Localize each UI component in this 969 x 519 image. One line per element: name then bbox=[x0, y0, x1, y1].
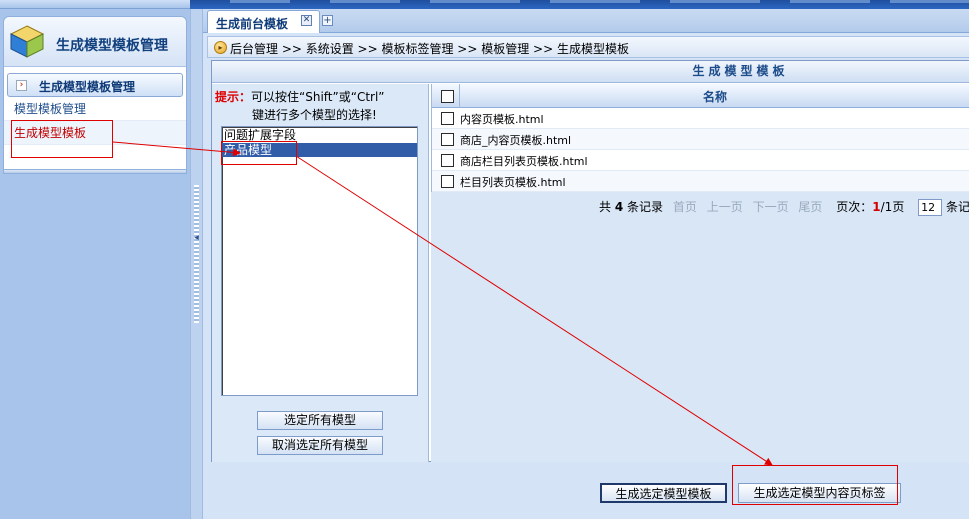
nav-ghost bbox=[330, 0, 400, 3]
sidebar-footer bbox=[3, 170, 187, 174]
select-all-models-button[interactable]: 选定所有模型 bbox=[257, 411, 383, 430]
sidebar-panel: 生成模型模板管理 › 生成模型模板管理 模型模板管理 生成模型模板 bbox=[3, 16, 187, 170]
sidebar: 生成模型模板管理 › 生成模型模板管理 模型模板管理 生成模型模板 bbox=[0, 9, 190, 519]
model-listbox[interactable]: 问题扩展字段 产品模型 bbox=[221, 126, 418, 396]
nav-ghost bbox=[430, 0, 520, 3]
pager-prev-link[interactable]: 上一页 bbox=[707, 200, 743, 214]
row-checkbox[interactable] bbox=[441, 175, 454, 188]
pager-last-link[interactable]: 尾页 bbox=[798, 200, 822, 214]
pager-total-prefix: 共 bbox=[599, 200, 612, 214]
sidebar-splitter[interactable]: ◂ bbox=[190, 9, 203, 519]
collapse-arrow-icon[interactable]: ◂ bbox=[193, 231, 200, 245]
template-name: 商店栏目列表页模板.html bbox=[460, 155, 588, 168]
nav-ghost bbox=[790, 0, 870, 3]
sidebar-item-generate-model-template[interactable]: 生成模型模板 bbox=[4, 121, 186, 145]
model-option-question-extension[interactable]: 问题扩展字段 bbox=[222, 128, 417, 142]
template-list-pane: 名称 内容页模板.html 商店_内容页模板.html 商店栏目列表页模板.ht… bbox=[431, 84, 969, 462]
hint-tag: 提示： bbox=[215, 90, 252, 104]
template-name: 内容页模板.html bbox=[460, 113, 544, 126]
column-header-name: 名称 bbox=[702, 90, 727, 104]
breadcrumb-text: 后台管理 >> 系统设置 >> 模板标签管理 >> 模板管理 >> 生成模型模板 bbox=[230, 42, 629, 56]
model-select-pane: 提示：可以按住“Shift”或“Ctrl” 键进行多个模型的选择! 问题扩展字段… bbox=[212, 84, 429, 462]
cube-icon bbox=[9, 25, 45, 58]
pager-page-size-suffix: 条记 bbox=[945, 200, 969, 214]
nav-ghost bbox=[670, 0, 760, 3]
tab-generate-frontend-template[interactable]: 生成前台模板 ✕ bbox=[207, 10, 320, 33]
table-body: 内容页模板.html 商店_内容页模板.html 商店栏目列表页模板.html … bbox=[432, 108, 969, 192]
select-all-checkbox[interactable] bbox=[441, 90, 454, 103]
row-checkbox[interactable] bbox=[441, 112, 454, 125]
generate-model-template-button[interactable]: 生成选定模型模板 bbox=[600, 483, 727, 503]
nav-ghost bbox=[550, 0, 640, 3]
pager-page-total: /1页 bbox=[880, 200, 905, 214]
table-row: 栏目列表页模板.html bbox=[432, 171, 969, 192]
hint-line1: 可以按住“Shift”或“Ctrl” bbox=[251, 90, 385, 104]
pager-total-suffix: 条记录 bbox=[627, 200, 664, 214]
breadcrumb: ▸ 后台管理 >> 系统设置 >> 模板标签管理 >> 模板管理 >> 生成模型… bbox=[207, 36, 969, 58]
tab-strip: 生成前台模板 ✕ + bbox=[203, 9, 969, 33]
sidebar-group-label: 生成模型模板管理 bbox=[39, 80, 136, 94]
nav-ghost bbox=[890, 0, 969, 3]
pager-next-link[interactable]: 下一页 bbox=[753, 200, 789, 214]
pager-page-current: 1 bbox=[872, 200, 881, 214]
sidebar-header: 生成模型模板管理 bbox=[4, 17, 186, 67]
model-option-product[interactable]: 产品模型 bbox=[222, 143, 417, 157]
template-name: 商店_内容页模板.html bbox=[460, 134, 572, 147]
logo-area bbox=[0, 0, 190, 9]
sidebar-item-model-template-manage[interactable]: 模型模板管理 bbox=[4, 97, 186, 121]
pager-first-link[interactable]: 首页 bbox=[673, 200, 697, 214]
nav-ghost bbox=[230, 0, 290, 3]
deselect-all-models-button[interactable]: 取消选定所有模型 bbox=[257, 436, 383, 455]
generate-panel: 生成模型模板 提示：可以按住“Shift”或“Ctrl” 键进行多个模型的选择!… bbox=[211, 60, 969, 462]
selection-hint: 提示：可以按住“Shift”或“Ctrl” 键进行多个模型的选择! bbox=[215, 88, 425, 124]
add-tab-icon[interactable]: + bbox=[322, 15, 333, 26]
table-row: 商店栏目列表页模板.html bbox=[432, 150, 969, 171]
pager-total-count: 4 bbox=[614, 200, 624, 214]
hint-line2: 键进行多个模型的选择! bbox=[252, 108, 377, 122]
splitter-grip[interactable] bbox=[194, 185, 199, 323]
chevron-right-icon: › bbox=[16, 80, 27, 91]
arrow-circle-icon: ▸ bbox=[214, 41, 227, 54]
template-table: 名称 内容页模板.html 商店_内容页模板.html 商店栏目列表页模板.ht… bbox=[431, 84, 969, 192]
close-icon[interactable]: ✕ bbox=[301, 15, 312, 26]
panel-title: 生成模型模板 bbox=[212, 61, 969, 83]
table-header: 名称 bbox=[432, 84, 969, 108]
row-checkbox[interactable] bbox=[441, 133, 454, 146]
pagination: 共 4 条记录 首页 上一页 下一页 尾页 页次：1/1页 条记 bbox=[599, 196, 969, 218]
sidebar-group-header[interactable]: › 生成模型模板管理 bbox=[7, 73, 183, 97]
sidebar-title: 生成模型模板管理 bbox=[56, 38, 168, 54]
top-nav-strip bbox=[0, 0, 969, 9]
main-area: 生成前台模板 ✕ + ▸ 后台管理 >> 系统设置 >> 模板标签管理 >> 模… bbox=[203, 9, 969, 519]
generate-content-tag-button[interactable]: 生成选定模型内容页标签 bbox=[738, 483, 901, 503]
tab-label: 生成前台模板 bbox=[216, 17, 289, 31]
row-checkbox[interactable] bbox=[441, 154, 454, 167]
table-row: 内容页模板.html bbox=[432, 108, 969, 129]
page-size-input[interactable] bbox=[918, 199, 943, 216]
template-name: 栏目列表页模板.html bbox=[460, 176, 566, 189]
table-row: 商店_内容页模板.html bbox=[432, 129, 969, 150]
pager-page-label: 页次： bbox=[836, 200, 873, 214]
